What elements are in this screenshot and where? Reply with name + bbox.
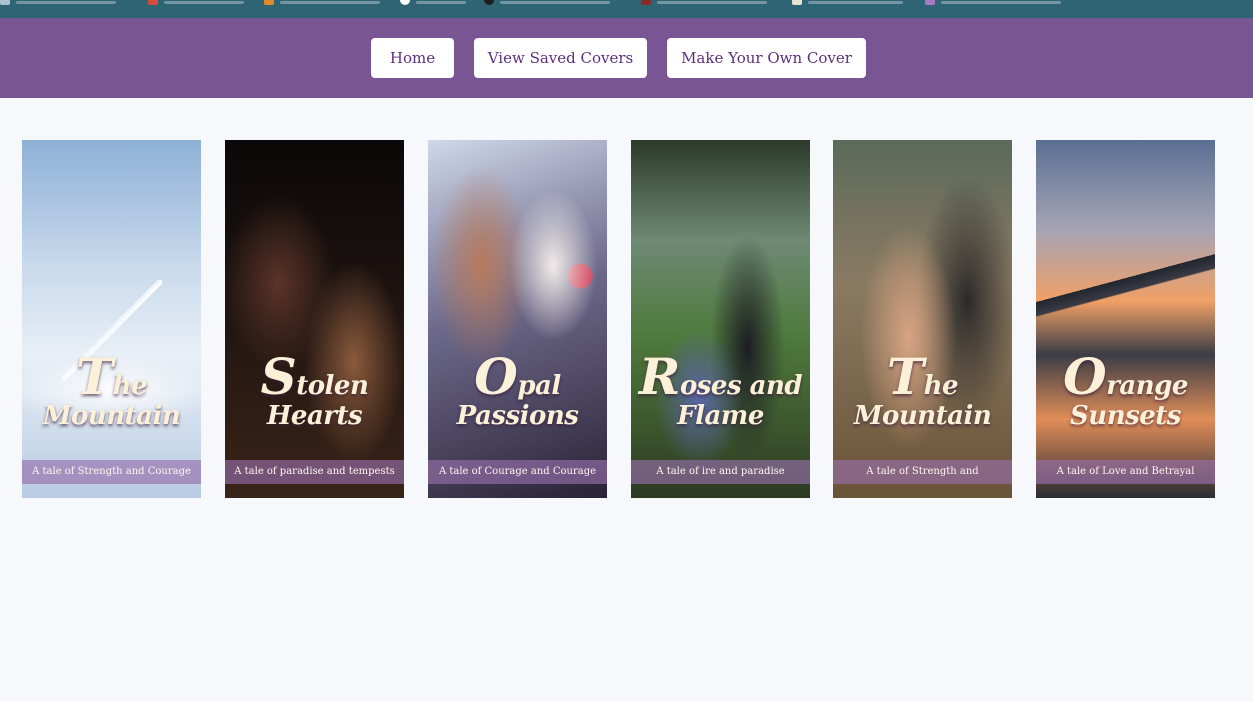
cover-title: Stolen Hearts xyxy=(260,347,369,432)
cover-image xyxy=(631,140,810,498)
bookmark-item[interactable] xyxy=(792,0,903,5)
cover-image xyxy=(1036,140,1215,498)
bookmark-red-icon xyxy=(148,0,158,5)
view-saved-covers-button[interactable]: View Saved Covers xyxy=(474,38,647,78)
make-your-own-cover-button[interactable]: Make Your Own Cover xyxy=(667,38,866,78)
bookmark-red-square-icon xyxy=(641,0,651,5)
bookmark-item[interactable] xyxy=(400,0,466,5)
bookmark-item[interactable] xyxy=(148,0,244,5)
cover-tagline: A tale of paradise and tempests xyxy=(225,460,404,484)
cover-tagline: A tale of Strength and Courage xyxy=(22,460,201,484)
bookmark-item[interactable] xyxy=(641,0,767,5)
cover-card[interactable]: Roses and Flame A tale of ire and paradis… xyxy=(631,140,810,498)
cover-title: The Mountain xyxy=(42,347,181,432)
cover-title: Opal Passions xyxy=(456,347,579,432)
cover-image xyxy=(833,140,1012,498)
calendar-icon xyxy=(792,0,802,5)
cover-title: Orange Sunsets xyxy=(1063,347,1188,432)
cover-image xyxy=(225,140,404,498)
bookmark-item[interactable] xyxy=(484,0,610,5)
cover-card[interactable]: The Mountain A tale of Strength and Coura… xyxy=(22,140,201,498)
cover-tagline: A tale of Courage and Courage xyxy=(428,460,607,484)
github-icon xyxy=(400,0,410,5)
cover-card[interactable]: The Mountain A tale of Strength and xyxy=(833,140,1012,498)
cover-card[interactable]: Opal Passions A tale of Courage and Coura… xyxy=(428,140,607,498)
bookmark-purple-icon xyxy=(925,0,935,5)
cover-card[interactable]: Stolen Hearts A tale of paradise and temp… xyxy=(225,140,404,498)
main-nav: Home View Saved Covers Make Your Own Cov… xyxy=(0,18,1253,98)
bookmarks-bar xyxy=(0,0,1253,18)
cover-title: Roses and Flame xyxy=(638,347,803,432)
bookmark-dark-icon xyxy=(484,0,494,5)
bookmark-item[interactable] xyxy=(0,0,116,5)
cover-image xyxy=(428,140,607,498)
folder-icon xyxy=(0,0,10,5)
cover-title: The Mountain xyxy=(853,347,992,432)
home-button[interactable]: Home xyxy=(371,38,454,78)
cover-image xyxy=(22,140,201,498)
bookmark-item[interactable] xyxy=(925,0,1061,5)
cover-tagline: A tale of Strength and xyxy=(833,460,1012,484)
bookmark-item[interactable] xyxy=(264,0,380,5)
cover-card[interactable]: Orange Sunsets A tale of Love and Betraya… xyxy=(1036,140,1215,498)
bookmark-orange-icon xyxy=(264,0,274,5)
cover-tagline: A tale of Love and Betrayal xyxy=(1036,460,1215,484)
cover-tagline: A tale of ire and paradise xyxy=(631,460,810,484)
